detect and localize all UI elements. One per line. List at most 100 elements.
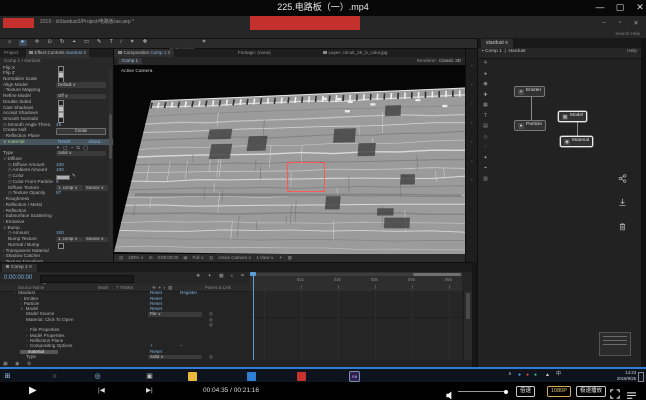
status-item-8[interactable]: 1 View ∨ [256, 255, 274, 260]
status-icon-9[interactable]: ✦ [279, 255, 283, 260]
taskbar-app-blue-icon[interactable] [247, 372, 256, 381]
timeline-timecode[interactable]: 0:00:00:00 [4, 275, 32, 281]
property-value[interactable]: 45 [56, 123, 61, 128]
timeline-lanes[interactable] [250, 291, 462, 360]
renderer-button[interactable]: Renderer:Classic 3D [417, 59, 461, 64]
next-button[interactable]: ▶| [146, 388, 153, 395]
status-icon-0[interactable]: ▤ [119, 255, 123, 260]
timeline-vscrollbar[interactable] [463, 291, 472, 360]
taskbar-cortana-icon[interactable]: ◎ [93, 372, 102, 381]
taskbar-clock[interactable]: 14:232019/9/25 [600, 370, 636, 382]
property-value[interactable]: 87 [56, 191, 61, 196]
material-preview-icon-1[interactable]: ▢ [63, 145, 67, 150]
tray-icon-1[interactable]: ● [518, 372, 521, 378]
model-node-tool-icon[interactable]: ▦ [480, 102, 491, 108]
fullscreen-icon[interactable] [610, 386, 620, 400]
delete-icon[interactable] [618, 218, 629, 229]
rect-tool-icon[interactable]: ▭ [84, 40, 89, 46]
status-icon-6[interactable]: ▥ [209, 255, 213, 260]
tray-icon-3[interactable]: ● [534, 372, 537, 378]
status-item-1[interactable]: 100% ∨ [128, 255, 144, 260]
prev-button[interactable]: |◀ [98, 388, 105, 395]
playhead[interactable] [253, 276, 254, 360]
taskbar-explorer-icon[interactable] [188, 372, 197, 381]
notification-button[interactable] [638, 372, 644, 382]
status-icon-2[interactable]: ⊞ [149, 255, 153, 260]
text-node-tool-icon[interactable]: T [480, 113, 491, 119]
viewport[interactable]: Active Camera [114, 65, 465, 257]
ae-minimize-button[interactable]: – [598, 19, 610, 26]
maximize-button[interactable]: ▢ [612, 2, 628, 13]
hand-tool-icon[interactable]: ✛ [35, 40, 40, 46]
render-toggle-icon[interactable]: ◎ [209, 355, 213, 359]
taskbar-task-view-icon[interactable]: ▣ [145, 372, 154, 381]
particle-node-tool-icon[interactable]: ● [480, 71, 491, 77]
play-button[interactable]: ▶ [29, 386, 37, 396]
boost-button[interactable]: 极速播放 [576, 386, 606, 397]
replica-node-tool-icon[interactable]: ◉ [480, 81, 491, 87]
about-link[interactable]: About.. [88, 140, 103, 145]
ec-scrollbar[interactable] [109, 69, 112, 249]
line-tool-icon[interactable]: ∕ [121, 40, 122, 46]
speed-button[interactable]: 倍速 [516, 386, 535, 397]
volume-icon[interactable] [446, 387, 454, 400]
material-preview-icon-4[interactable]: ◯ [83, 145, 88, 150]
playlist-icon[interactable] [627, 387, 636, 400]
map-node-tool-icon[interactable]: ▥ [480, 176, 491, 182]
aux-node-tool-icon[interactable]: ✚ [480, 92, 491, 98]
minimize-button[interactable]: — [592, 2, 608, 12]
type-dropdown[interactable]: Solid ∨ [148, 355, 202, 360]
field-node-tool-icon[interactable]: ◌ [480, 144, 491, 150]
save-icon[interactable] [618, 194, 629, 205]
selection-tool-icon[interactable]: ► [19, 40, 26, 46]
status-icon-4[interactable]: ▣ [183, 255, 187, 260]
dropdown[interactable]: Default ∨ [56, 82, 106, 88]
status-icon-10[interactable]: ▦ [288, 255, 292, 260]
taskbar-search-icon[interactable]: ○ [50, 372, 59, 381]
node-emitter[interactable]: ✳Emitter [514, 86, 545, 97]
emitter-node-tool-icon[interactable]: ✳ [480, 60, 491, 66]
dropdown[interactable]: Solid ∨ [56, 151, 106, 157]
volume-slider[interactable] [458, 391, 506, 392]
pin-tool-icon[interactable]: ❖ [142, 40, 147, 46]
row-link[interactable]: − [180, 344, 183, 349]
ae-close-button[interactable]: ✕ [630, 19, 642, 27]
share-icon[interactable] [618, 170, 629, 181]
texture-layer-dropdown[interactable]: 1. comp ∨ [56, 237, 83, 243]
property-value[interactable]: 100 [56, 168, 64, 173]
register-link[interactable]: Register [180, 291, 197, 296]
orbit-tool-icon[interactable]: ↻ [60, 40, 65, 46]
render-toggle-icon[interactable]: ◎ [209, 323, 213, 327]
align-icon[interactable]: ⌗ [202, 40, 205, 46]
tray-chevron[interactable]: ∧ [508, 372, 512, 377]
playhead-handle[interactable] [250, 272, 256, 276]
tray-icon-2[interactable]: ● [526, 372, 529, 378]
tab-project[interactable]: Project [4, 51, 18, 56]
help-link[interactable]: Help [627, 50, 637, 55]
material-preview-icon-0[interactable]: ✦ [56, 145, 60, 150]
status-item-5[interactable]: Full ∨ [192, 255, 204, 260]
type-tool-icon[interactable]: T [110, 40, 113, 46]
quality-button[interactable]: 1080P [547, 386, 571, 397]
node-particle[interactable]: ●Particle [514, 120, 546, 131]
reset-link[interactable]: Reset [58, 140, 70, 145]
search-help[interactable]: Search Help [615, 32, 640, 37]
material-preview-icon-3[interactable]: ⇆ [76, 145, 80, 150]
node-canvas[interactable]: ✳●◉✚▦T▤◇◌✦⌖▥ Ready ✳Emitter●Particle▦Mod… [478, 58, 642, 383]
camera-node-tool-icon[interactable]: ⌖ [480, 165, 491, 171]
ae-maximize-button[interactable]: ▫ [614, 19, 626, 26]
taskbar-app-red-icon[interactable] [297, 372, 306, 381]
node-material[interactable]: ◉Material [560, 136, 593, 147]
language-indicator[interactable]: 中 [556, 372, 561, 377]
dropdown[interactable]: Off ∨ [56, 94, 106, 100]
tray-shield-icon[interactable]: ▲ [545, 372, 550, 378]
texture-source-dropdown[interactable]: Source ∨ [84, 185, 108, 191]
grid-node-tool-icon[interactable]: ▤ [480, 123, 491, 129]
node-model[interactable]: ▦Model [558, 111, 587, 122]
texture-source-dropdown[interactable]: Source ∨ [84, 237, 108, 243]
home-tool-icon[interactable]: ⌂ [8, 40, 11, 46]
camera-tool-icon[interactable]: ⌖ [73, 40, 76, 46]
space-node-tool-icon[interactable]: ◇ [480, 134, 491, 140]
close-button[interactable]: ✕ [632, 2, 646, 13]
comp-mini-tab[interactable]: Comp 1 [118, 58, 142, 64]
